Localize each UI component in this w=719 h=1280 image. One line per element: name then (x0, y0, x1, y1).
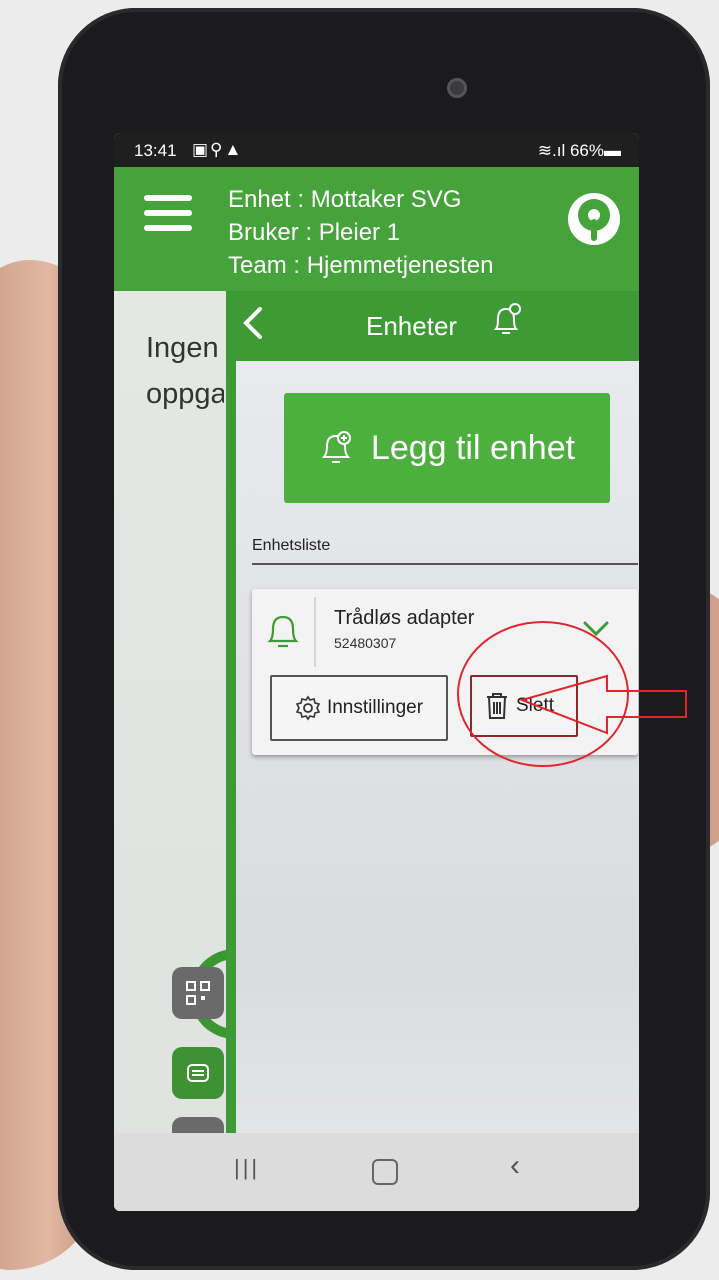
highlight-annotation (457, 621, 687, 767)
highlight-arrow (518, 674, 687, 735)
